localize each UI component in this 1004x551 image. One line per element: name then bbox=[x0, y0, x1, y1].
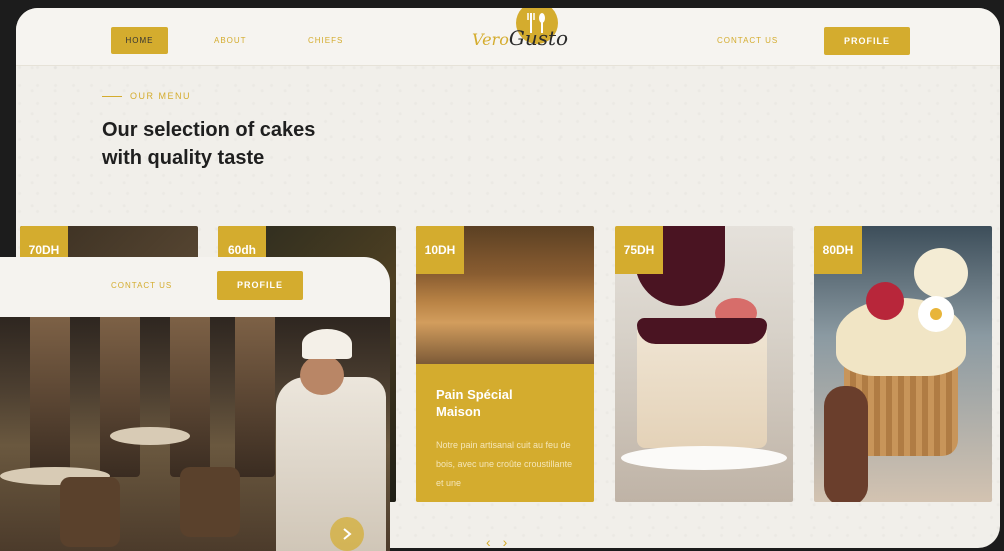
chevron-right-icon bbox=[343, 528, 352, 540]
overlay-profile-button[interactable]: PROFILE bbox=[217, 271, 303, 300]
hand-shape bbox=[824, 386, 868, 502]
price-badge: 75DH bbox=[615, 226, 663, 274]
nav-home-button[interactable]: HOME bbox=[111, 27, 168, 54]
page-title: Our selection of cakes with quality tast… bbox=[102, 116, 402, 172]
carousel-next-button[interactable]: › bbox=[503, 534, 520, 548]
profile-button[interactable]: PROFILE bbox=[824, 27, 910, 55]
price-badge: 10DH bbox=[416, 226, 464, 274]
product-card-4[interactable]: 75DH bbox=[615, 226, 793, 502]
egg-shape bbox=[914, 248, 968, 298]
chef-hat bbox=[302, 329, 352, 359]
menu-kicker-label: OUR MENU bbox=[130, 91, 191, 101]
nav-about-link[interactable]: ABOUT bbox=[214, 36, 247, 45]
top-nav: HOME ABOUT CHIEFS VeroGusto CONTACT US P… bbox=[16, 8, 1000, 66]
logo-wordmark[interactable]: VeroGusto bbox=[472, 26, 568, 50]
card-title: Pain Spécial Maison bbox=[436, 387, 513, 419]
raspberry-shape bbox=[866, 282, 904, 320]
product-card-3[interactable]: 10DH Pain Spécial Maison Notre pain arti… bbox=[416, 226, 594, 502]
kicker-line bbox=[102, 95, 122, 97]
card-description: Notre pain artisanal cuit au feu de bois… bbox=[436, 440, 573, 488]
price-badge: 80DH bbox=[814, 226, 862, 274]
arch-column bbox=[30, 317, 70, 477]
arch-column bbox=[235, 317, 275, 477]
carousel-arrows: ‹› bbox=[486, 534, 519, 548]
flower-decoration bbox=[918, 296, 954, 332]
nav-chiefs-link[interactable]: CHIEFS bbox=[308, 36, 343, 45]
overlay-screenshot: CONTACT US PROFILE bbox=[0, 257, 390, 551]
arch-column bbox=[170, 317, 210, 477]
table-shape bbox=[110, 427, 190, 445]
logo-vero: Vero bbox=[472, 30, 509, 49]
play-button[interactable] bbox=[330, 517, 364, 551]
sauce-drip bbox=[637, 318, 767, 344]
overlay-contact-link[interactable]: CONTACT US bbox=[111, 281, 172, 290]
arch-column bbox=[100, 317, 140, 477]
logo-gusto: Gusto bbox=[508, 26, 569, 50]
headline-line-2: with quality taste bbox=[102, 147, 265, 169]
chair-shape bbox=[60, 477, 120, 547]
chef-head bbox=[300, 355, 344, 395]
menu-kicker: OUR MENU bbox=[102, 91, 191, 101]
nav-contact-link[interactable]: CONTACT US bbox=[717, 36, 778, 45]
chef-body bbox=[276, 377, 386, 551]
headline-line-1: Our selection of cakes bbox=[102, 119, 316, 141]
chair-shape bbox=[180, 467, 240, 537]
plate-shape bbox=[621, 446, 787, 470]
carousel-prev-button[interactable]: ‹ bbox=[486, 534, 503, 548]
overlay-nav: CONTACT US PROFILE bbox=[0, 257, 390, 315]
restaurant-photo bbox=[0, 317, 390, 551]
product-card-5[interactable]: 80DH bbox=[814, 226, 992, 502]
card-info: Pain Spécial Maison Notre pain artisanal… bbox=[416, 364, 594, 502]
